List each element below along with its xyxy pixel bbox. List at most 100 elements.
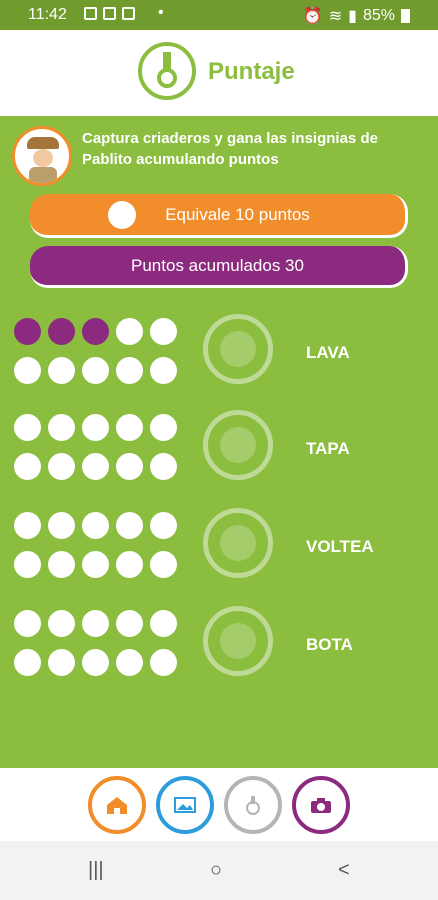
section-bota: BOTA [0,606,438,690]
brush-badge-icon [203,314,273,384]
page-title: Puntaje [208,58,295,85]
teams-icon [103,7,116,20]
empty-point-dot [82,512,109,539]
empty-point-dot [82,414,109,441]
empty-point-dot [150,453,177,480]
medal-icon [138,42,196,100]
dot-row [14,610,178,637]
camera-icon [311,798,331,813]
empty-point-dot [48,414,75,441]
section-label: BOTA [306,635,353,654]
section-label: VOLTEA [306,537,374,556]
dot-row [14,453,178,480]
earned-point-dot [14,318,41,345]
empty-point-dot [116,610,143,637]
empty-point-dot [14,414,41,441]
home-nav-button[interactable] [88,776,146,834]
status-bar: 11:42 • ⏰ ≋ ▮ 85% [0,0,438,30]
gallery-nav-button[interactable] [156,776,214,834]
empty-point-dot [48,512,75,539]
empty-point-dot [82,551,109,578]
battery-percent: 85% [362,7,395,24]
empty-point-dot [150,551,177,578]
image-icon [84,7,97,20]
empty-point-dot [14,357,41,384]
section-label: LAVA [306,343,350,362]
empty-point-dot [116,414,143,441]
accumulated-label: Puntos acumulados 30 [131,255,304,275]
point-circle-icon [108,201,136,229]
empty-point-dot [150,357,177,384]
earned-point-dot [48,318,75,345]
accumulated-points-button[interactable]: Puntos acumulados 30 [30,246,408,288]
empty-point-dot [82,453,109,480]
empty-point-dot [116,551,143,578]
pablito-avatar [12,126,72,186]
trash-badge-icon [203,606,273,676]
points-equivalence-button[interactable]: Equivale 10 puntos [30,194,408,238]
container-badge-icon [203,508,273,578]
home-icon [107,797,127,814]
recent-apps-button[interactable]: ||| [88,859,104,882]
section-lava: LAVA [0,314,438,398]
empty-point-dot [150,318,177,345]
dot-row [14,551,178,578]
section-label: TAPA [306,439,350,458]
dot-row [14,512,178,539]
section-tapa: TAPA [0,410,438,494]
empty-point-dot [116,512,143,539]
intro-text: Captura criaderos y gana las insignias d… [82,130,378,168]
empty-point-dot [150,649,177,676]
signal-icon: ▮ [348,8,357,25]
camera-nav-button[interactable] [292,776,350,834]
status-right: ⏰ ≋ ▮ 85% [303,6,410,26]
equivalence-label: Equivale 10 puntos [165,204,310,224]
empty-point-dot [14,649,41,676]
status-time: 11:42 [28,6,67,23]
empty-point-dot [116,453,143,480]
medal-icon [246,796,260,815]
home-system-button[interactable]: ○ [210,859,222,882]
empty-point-dot [14,453,41,480]
empty-point-dot [48,610,75,637]
dot-row [14,357,178,384]
points-dots [14,318,178,396]
empty-point-dot [150,512,177,539]
bottom-nav [0,768,438,841]
battery-icon [401,9,410,23]
points-dots [14,610,178,688]
dot-row [14,649,178,676]
wifi-icon: ≋ [328,8,343,25]
empty-point-dot [48,551,75,578]
empty-point-dot [116,318,143,345]
empty-point-dot [48,453,75,480]
empty-point-dot [116,357,143,384]
empty-point-dot [14,610,41,637]
app-icon [122,7,135,20]
points-dots [14,512,178,590]
empty-point-dot [82,357,109,384]
notification-icons [84,7,135,20]
medal-nav-button[interactable] [224,776,282,834]
dot-row [14,318,178,345]
system-navigation-bar: ||| ○ < [0,841,438,900]
empty-point-dot [82,610,109,637]
empty-point-dot [48,357,75,384]
points-dots [14,414,178,492]
empty-point-dot [48,649,75,676]
section-voltea: VOLTEA [0,508,438,592]
earned-point-dot [82,318,109,345]
empty-point-dot [14,551,41,578]
empty-point-dot [82,649,109,676]
empty-point-dot [150,414,177,441]
dot-row [14,414,178,441]
back-button[interactable]: < [338,859,350,882]
empty-point-dot [116,649,143,676]
gallery-icon [174,797,196,813]
empty-point-dot [150,610,177,637]
alarm-icon: ⏰ [302,8,323,25]
more-notifications-icon: • [158,4,164,21]
empty-point-dot [14,512,41,539]
app-header: Puntaje [0,30,438,116]
bucket-badge-icon [203,410,273,480]
